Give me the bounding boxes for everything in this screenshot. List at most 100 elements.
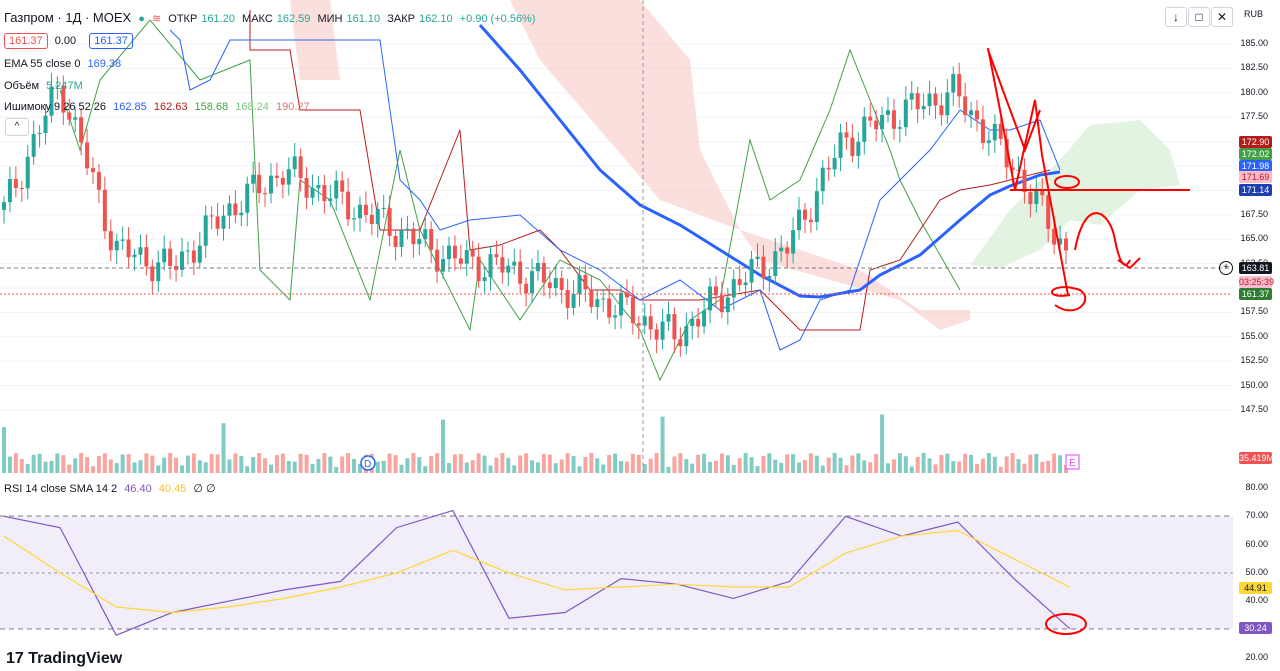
candle-body [85, 142, 90, 169]
candle-body [927, 93, 932, 107]
price-chart[interactable]: D E [0, 0, 1280, 475]
close-pane-button[interactable]: ✕ [1211, 7, 1233, 27]
price-axis-tick: 147.50 [1240, 404, 1268, 414]
candle-body [156, 262, 161, 282]
settings-icon[interactable]: ≋ [152, 13, 161, 25]
price-axis-tick: 167.50 [1240, 208, 1268, 219]
volume-bar [268, 464, 273, 473]
volume-bar [494, 457, 499, 473]
candle-body [826, 167, 831, 170]
price-tag: 171.69 [1239, 171, 1272, 183]
volume-bar [524, 453, 529, 473]
collapse-legend-button[interactable]: ^ [5, 118, 29, 136]
candle-body [619, 292, 624, 316]
price-axis-tick: 152.50 [1240, 355, 1268, 366]
currency-label[interactable]: RUB [1244, 9, 1263, 19]
rsi-chart[interactable] [0, 479, 1280, 671]
candle-body [346, 191, 351, 220]
ichimoku-chikou-line [59, 19, 961, 382]
buy-price-button[interactable]: 161.37 [89, 33, 133, 49]
symbol-title[interactable]: Газпром · 1Д · MOEX [4, 10, 131, 25]
candle-body [138, 247, 143, 255]
candle-body [672, 314, 677, 340]
candle-body [874, 120, 879, 130]
volume-bar [411, 453, 416, 473]
candle-body [37, 133, 42, 135]
sell-price-button[interactable]: 161.37 [4, 33, 48, 49]
volume-bar [346, 453, 351, 473]
price-tag: 03:25:39 [1239, 276, 1275, 288]
candle-body [571, 293, 576, 308]
volume-bar [838, 457, 843, 473]
candle-body [482, 277, 487, 282]
eye-icon[interactable]: ● [138, 13, 145, 25]
low-value: 161.10 [346, 13, 381, 25]
candle-body [108, 231, 113, 251]
candle-body [785, 247, 790, 254]
volume-bar [921, 453, 926, 473]
volume-bar [850, 455, 855, 473]
volume-bar [773, 459, 778, 473]
candle-body [862, 116, 867, 142]
candle-body [719, 295, 724, 313]
volume-legend[interactable]: Объём 5.247M [4, 80, 87, 92]
candle-body [387, 207, 392, 236]
volume-bar [891, 459, 896, 473]
volume-bar [980, 458, 985, 473]
candle-body [286, 169, 291, 185]
volume-bar [245, 466, 250, 473]
volume-bar [571, 456, 576, 473]
candle-body [2, 202, 6, 210]
candle-body [322, 185, 327, 202]
volume-bar [286, 460, 291, 473]
maximize-button[interactable]: □ [1188, 7, 1210, 27]
candle-body [31, 134, 36, 157]
volume-bar [761, 455, 766, 473]
candle-body [791, 230, 796, 254]
candle-body [352, 218, 357, 220]
brand-text: TradingView [28, 650, 123, 667]
volume-bar [144, 453, 149, 473]
crosshair-plus-icon[interactable]: + [1219, 261, 1233, 275]
volume-bar [909, 466, 914, 473]
rsi-legend[interactable]: RSI 14 close SMA 14 2 46.40 40.45 ∅ ∅ [4, 482, 220, 495]
candle-body [67, 112, 72, 120]
volume-bar [25, 463, 30, 473]
ichimoku-value-3: 158.68 [194, 101, 229, 113]
volume-bar [215, 454, 220, 473]
ema-legend[interactable]: EMA 55 close 0 169.38 [4, 58, 125, 70]
volume-bar [951, 461, 956, 473]
candle-body [880, 114, 885, 130]
low-label: МИН [317, 13, 343, 25]
volume-bar [957, 461, 962, 473]
rsi-value: 46.40 [124, 483, 152, 495]
candle-body [417, 239, 422, 245]
volume-bar [648, 458, 653, 473]
volume-bar [85, 457, 90, 473]
volume-bar [767, 453, 772, 473]
candle-body [268, 175, 273, 194]
candle-body [280, 177, 285, 185]
candle-body [191, 250, 196, 263]
volume-bar [802, 460, 807, 473]
candle-body [678, 339, 683, 347]
candle-body [690, 318, 695, 327]
rsi-axis-tick: 80.00 [1245, 482, 1268, 492]
volume-bar [832, 453, 837, 473]
tradingview-logo[interactable]: 17 TradingView [6, 650, 122, 668]
volume-bar [90, 466, 95, 473]
candle-body [233, 203, 238, 216]
volume-bar [375, 461, 380, 473]
candle-body [340, 180, 345, 192]
candle-body [702, 310, 707, 327]
candle-body [553, 278, 558, 288]
volume-bar [55, 453, 60, 473]
volume-bar [630, 453, 635, 473]
ichimoku-legend[interactable]: Ишимоку 9 26 52 26 162.85 162.63 158.68 … [4, 101, 314, 113]
move-down-button[interactable]: ↓ [1165, 7, 1187, 27]
candle-body [263, 193, 268, 195]
volume-bar [446, 463, 451, 473]
price-axis-tick: 150.00 [1240, 379, 1268, 390]
candle-body [773, 251, 778, 276]
candle-body [601, 298, 606, 300]
